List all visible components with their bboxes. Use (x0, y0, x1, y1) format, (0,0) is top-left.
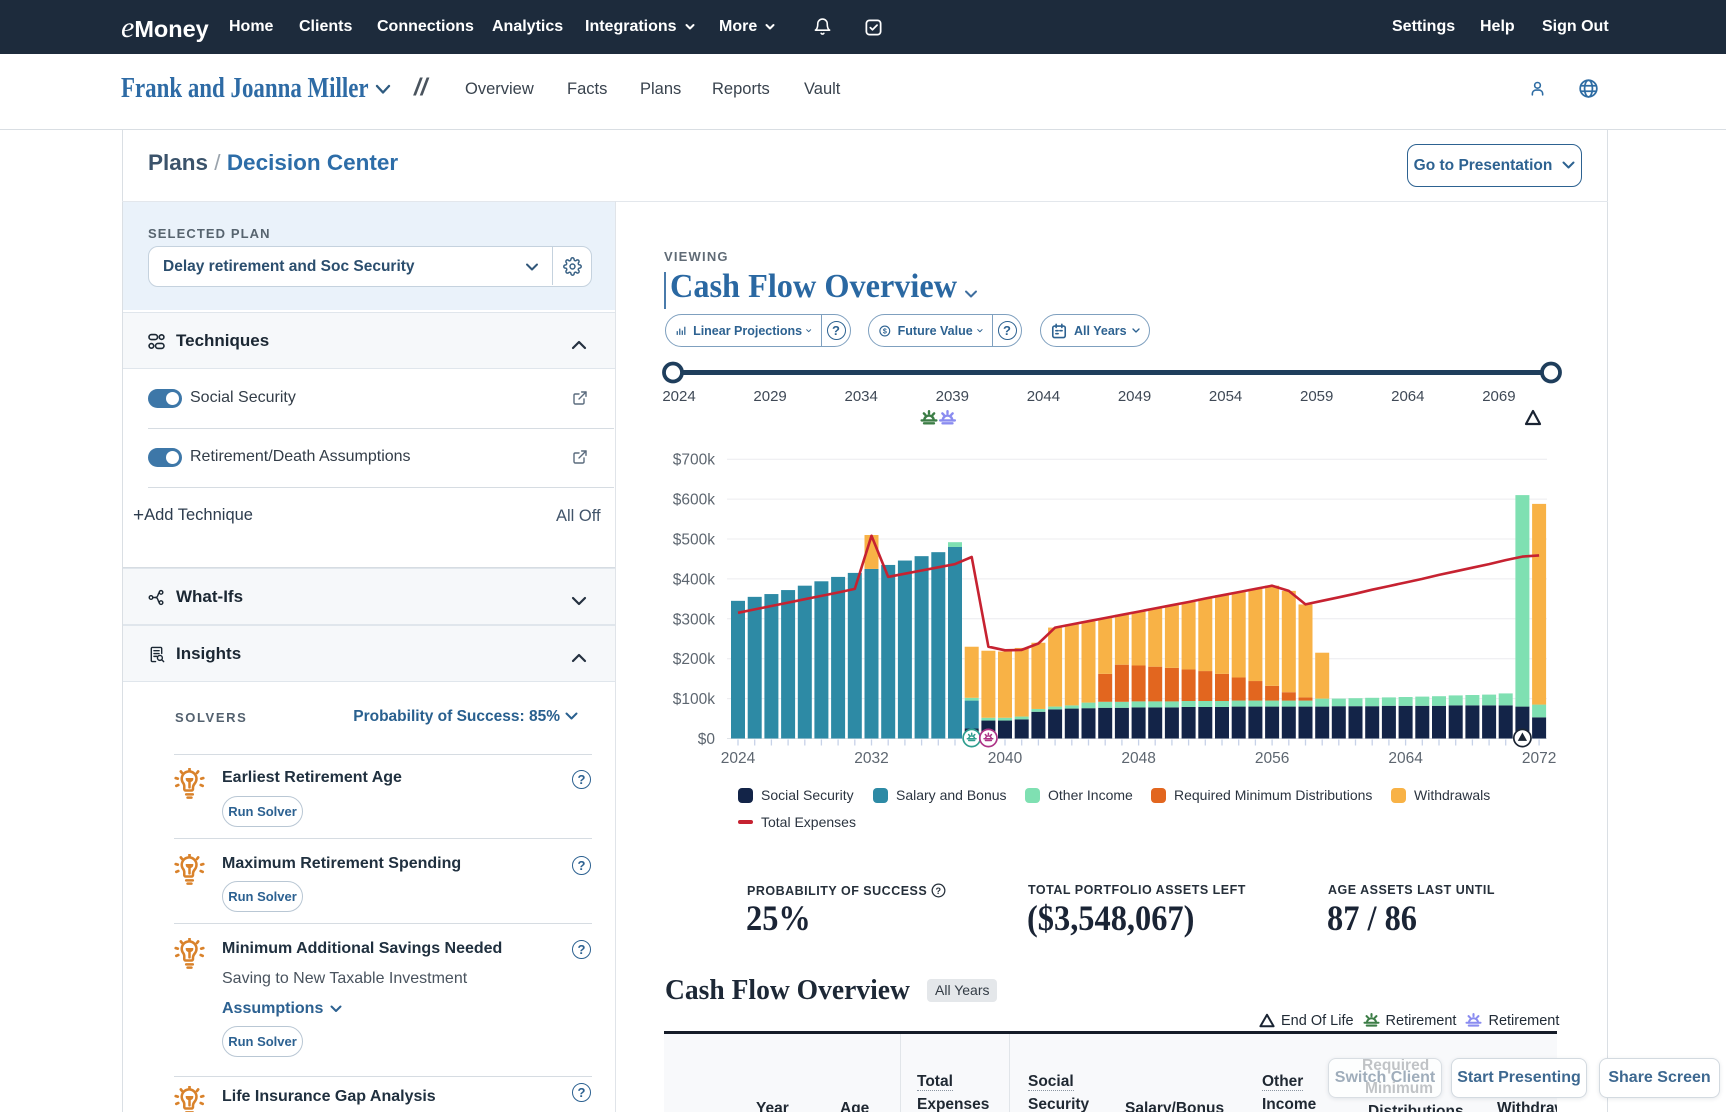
svg-text:$600k: $600k (673, 492, 715, 509)
svg-text:?: ? (936, 886, 942, 896)
svg-text:$0: $0 (698, 731, 716, 748)
svg-text:2064: 2064 (1391, 388, 1424, 405)
svg-text:2024: 2024 (662, 388, 695, 405)
svg-text:2039: 2039 (936, 388, 969, 405)
svg-text:2048: 2048 (1121, 750, 1155, 767)
svg-text:$: $ (883, 327, 887, 335)
svg-text:$400k: $400k (673, 571, 715, 588)
svg-text:$300k: $300k (673, 611, 715, 628)
svg-text:$200k: $200k (673, 651, 715, 668)
svg-text:2069: 2069 (1482, 388, 1515, 405)
svg-text:2034: 2034 (845, 388, 878, 405)
svg-text:2049: 2049 (1118, 388, 1151, 405)
svg-text:2044: 2044 (1027, 388, 1060, 405)
svg-text:2072: 2072 (1522, 750, 1556, 767)
svg-text:$100k: $100k (673, 691, 715, 708)
svg-text:2024: 2024 (721, 750, 756, 767)
svg-text:2040: 2040 (988, 750, 1023, 767)
svg-text:$500k: $500k (673, 532, 715, 549)
svg-text:2056: 2056 (1255, 750, 1289, 767)
svg-text:2064: 2064 (1388, 750, 1423, 767)
svg-text:$700k: $700k (673, 452, 715, 469)
svg-text:2059: 2059 (1300, 388, 1333, 405)
svg-text:2054: 2054 (1209, 388, 1242, 405)
svg-text:2032: 2032 (854, 750, 888, 767)
svg-text:2029: 2029 (753, 388, 786, 405)
